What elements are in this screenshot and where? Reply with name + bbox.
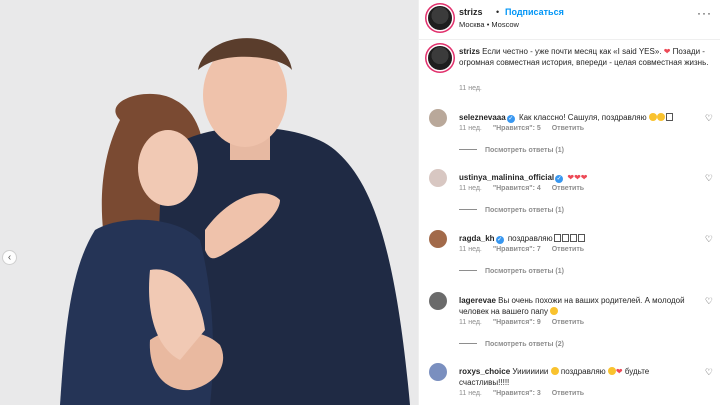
comment-username[interactable]: roxys_choice: [459, 367, 510, 376]
comment-meta: 11 нед. "Нравится": 3 Ответить: [459, 390, 593, 397]
caption-text: strizs Если честно - уже почти месяц как…: [459, 46, 709, 68]
comment-meta: 11 нед. "Нравится": 5 Ответить: [459, 125, 593, 132]
verified-badge-icon: ✓: [495, 236, 504, 244]
like-heart-icon[interactable]: ♡: [705, 113, 713, 124]
verified-badge-icon: ✓: [506, 115, 515, 123]
hearts-emoji-icon: ❤❤❤: [567, 173, 588, 182]
comment-meta: 11 нед. "Нравится": 7 Ответить: [459, 246, 593, 253]
reply-button[interactable]: Ответить: [552, 185, 584, 192]
caption-body-1: Если честно - уже почти месяц как «I sai…: [482, 47, 662, 56]
comment-text: roxys_choice Уиииииии поздравляю ❤ будьт…: [459, 366, 694, 388]
view-replies-label: Посмотреть ответы (1): [485, 207, 564, 214]
emoji-icon: [577, 234, 585, 242]
face-emoji-icon: [550, 307, 559, 315]
comment-likes[interactable]: "Нравится": 9: [493, 319, 541, 326]
comment-body: поздравляю: [507, 234, 553, 243]
smiling-face-icon: [648, 113, 657, 121]
post-caption: strizs Если честно - уже почти месяц как…: [419, 40, 720, 98]
comment-likes[interactable]: "Нравится": 7: [493, 246, 541, 253]
author-username[interactable]: strizs: [459, 7, 483, 17]
view-replies-label: Посмотреть ответы (1): [485, 147, 564, 154]
divider-line: [459, 270, 477, 271]
comment-body: Как классно! Сашуля, поздравляю: [518, 113, 647, 122]
caption-username[interactable]: strizs: [459, 47, 480, 56]
reply-button[interactable]: Ответить: [552, 319, 584, 326]
comment-username[interactable]: ragda_kh: [459, 234, 495, 243]
view-replies-button[interactable]: Посмотреть ответы (1): [459, 207, 564, 214]
comment-meta: 11 нед. "Нравится": 9 Ответить: [459, 319, 593, 326]
view-replies-button[interactable]: Посмотреть ответы (1): [459, 147, 564, 154]
comment-text: lagerevae Вы очень похожи на ваших родит…: [459, 295, 694, 317]
location-link[interactable]: Москва • Moscow: [459, 20, 519, 29]
comment-username[interactable]: seleznevaaa: [459, 113, 506, 122]
post-sidebar: strizs • Подписаться Москва • Moscow ···…: [418, 0, 720, 405]
emoji-icon: [561, 234, 569, 242]
separator-dot: •: [496, 7, 500, 17]
view-replies-label: Посмотреть ответы (1): [485, 268, 564, 275]
comment-body-b: поздравляю: [560, 367, 606, 376]
comment-meta: 11 нед. "Нравится": 4 Ответить: [459, 185, 593, 192]
like-heart-icon[interactable]: ♡: [705, 234, 713, 245]
follow-button[interactable]: Подписаться: [505, 7, 564, 17]
caption-time: 11 нед.: [459, 85, 482, 92]
comment-likes[interactable]: "Нравится": 3: [493, 390, 541, 397]
caption-avatar[interactable]: [428, 46, 452, 70]
heart-emoji-icon: ❤: [615, 367, 623, 376]
comment-text: ragda_kh ✓ поздравляю: [459, 233, 694, 244]
comment-username[interactable]: lagerevae: [459, 296, 496, 305]
comment-body-a: Уиииииии: [512, 367, 549, 376]
divider-line: [459, 343, 477, 344]
comment-likes[interactable]: "Нравится": 5: [493, 125, 541, 132]
divider-line: [459, 149, 477, 150]
avatar[interactable]: [429, 363, 447, 381]
avatar[interactable]: [429, 169, 447, 187]
reply-button[interactable]: Ответить: [552, 125, 584, 132]
emoji-icon: [553, 234, 561, 242]
avatar[interactable]: [429, 230, 447, 248]
comment-likes[interactable]: "Нравится": 4: [493, 185, 541, 192]
reply-button[interactable]: Ответить: [552, 246, 584, 253]
view-replies-button[interactable]: Посмотреть ответы (2): [459, 341, 564, 348]
like-heart-icon[interactable]: ♡: [705, 173, 713, 184]
heart-eyes-face-icon: [656, 113, 665, 121]
comment-time: 11 нед.: [459, 390, 482, 397]
comment-text: seleznevaaa ✓ Как классно! Сашуля, поздра…: [459, 112, 694, 123]
comment-time: 11 нед.: [459, 246, 482, 253]
chevron-left-icon: ‹: [7, 251, 12, 263]
face-emoji-icon: [607, 367, 616, 375]
like-heart-icon[interactable]: ♡: [705, 367, 713, 378]
avatar[interactable]: [429, 292, 447, 310]
comment-text: ustinya_malinina_official ✓ ❤❤❤: [459, 172, 694, 183]
reply-button[interactable]: Ответить: [552, 390, 584, 397]
comment-username[interactable]: ustinya_malinina_official: [459, 173, 554, 182]
comment-time: 11 нед.: [459, 125, 482, 132]
face-emoji-icon: [665, 113, 673, 121]
comment-time: 11 нед.: [459, 185, 482, 192]
divider-line: [459, 209, 477, 210]
view-replies-label: Посмотреть ответы (2): [485, 341, 564, 348]
emoji-icon: [569, 234, 577, 242]
more-options-icon[interactable]: ···: [697, 6, 712, 20]
post-header: strizs • Подписаться Москва • Moscow ···: [419, 0, 720, 40]
verified-badge-icon: ✓: [555, 175, 564, 183]
previous-slide-button[interactable]: ‹: [2, 250, 17, 265]
like-heart-icon[interactable]: ♡: [705, 296, 713, 307]
comment-time: 11 нед.: [459, 319, 482, 326]
avatar[interactable]: [429, 109, 447, 127]
couple-photo: [0, 0, 418, 405]
view-replies-button[interactable]: Посмотреть ответы (1): [459, 268, 564, 275]
post-photo[interactable]: ‹: [0, 0, 418, 405]
face-emoji-icon: [550, 367, 559, 375]
avatar[interactable]: [428, 6, 452, 30]
